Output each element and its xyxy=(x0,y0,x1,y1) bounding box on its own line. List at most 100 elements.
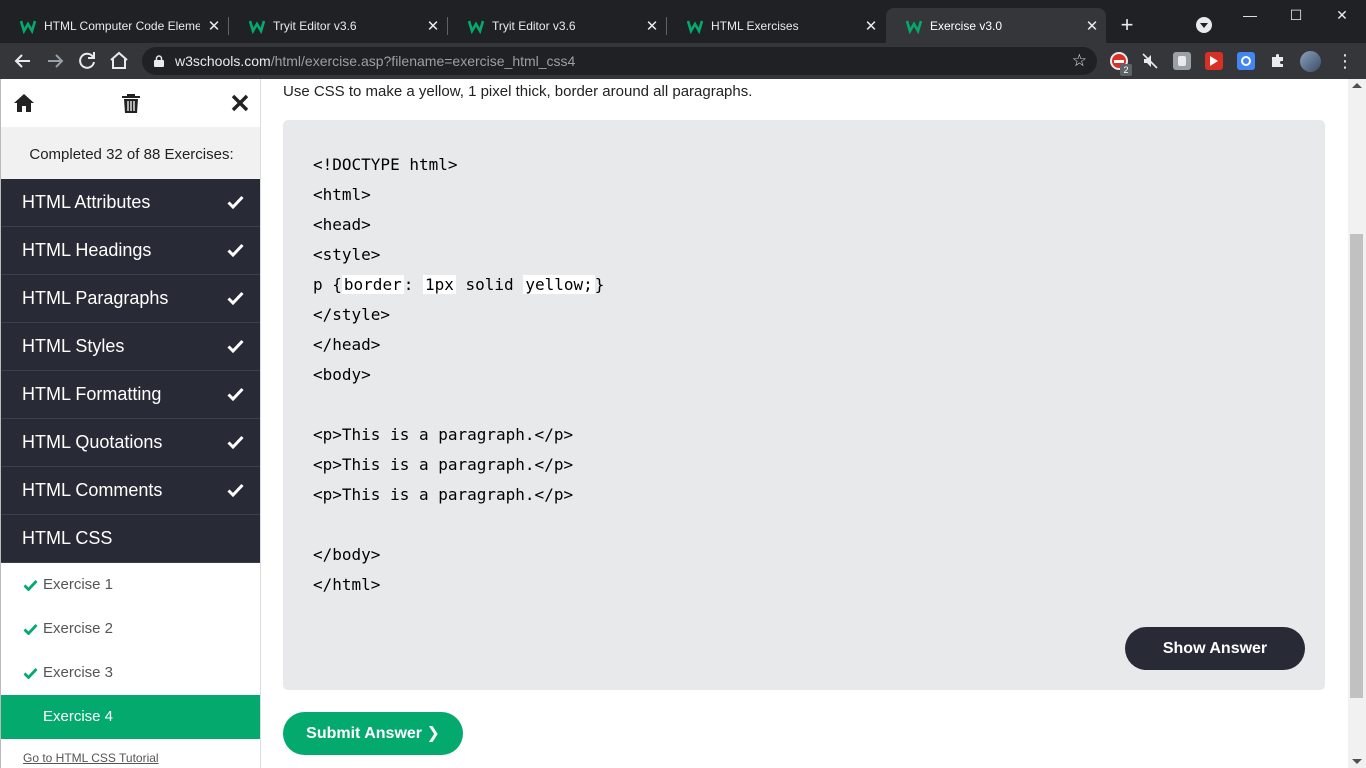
tab-title: HTML Exercises xyxy=(711,18,799,33)
chapter-html-attributes[interactable]: HTML Attributes xyxy=(1,179,260,227)
check-icon xyxy=(227,339,244,353)
chapter-label: HTML CSS xyxy=(22,528,113,548)
exercise-item-4-active[interactable]: Exercise 4 xyxy=(1,695,260,739)
minimize-button[interactable]: — xyxy=(1227,4,1273,26)
lock-icon xyxy=(154,55,164,67)
new-tab-button[interactable]: + xyxy=(1116,14,1138,36)
tab-close-icon[interactable]: ✕ xyxy=(857,17,885,35)
exercise-item-2[interactable]: Exercise 2 xyxy=(1,607,260,651)
tab-close-icon[interactable]: ✕ xyxy=(200,17,228,35)
chapter-label: HTML Formatting xyxy=(22,384,162,404)
tutorial-link[interactable]: Go to HTML CSS Tutorial xyxy=(23,751,159,765)
show-answer-button[interactable]: Show Answer xyxy=(1125,627,1305,670)
browser-menu-icon[interactable]: ⋮ xyxy=(1336,50,1354,72)
browser-tab-5-active[interactable]: Exercise v3.0 ✕ xyxy=(886,8,1106,43)
css-rule-line: p {border: 1px solid yellow;} xyxy=(313,274,604,296)
tab-close-icon[interactable]: ✕ xyxy=(419,17,447,35)
code-line: </head> xyxy=(313,335,381,354)
browser-tab-1[interactable]: HTML Computer Code Eleme ✕ xyxy=(0,8,228,43)
chapter-label: HTML Styles xyxy=(22,336,125,356)
code-text: solid xyxy=(455,275,524,294)
chapter-html-formatting[interactable]: HTML Formatting xyxy=(1,371,260,419)
browser-tab-2[interactable]: Tryit Editor v3.6 ✕ xyxy=(229,8,447,43)
address-bar[interactable]: w3schools.com/html/exercise.asp?filename… xyxy=(142,47,1097,75)
code-line: <style> xyxy=(313,245,381,264)
check-icon xyxy=(227,435,244,449)
home-icon[interactable] xyxy=(12,91,36,115)
tab-title: HTML Computer Code Eleme xyxy=(44,18,200,33)
check-icon xyxy=(227,195,244,209)
chapter-html-styles[interactable]: HTML Styles xyxy=(1,323,260,371)
window-close-button[interactable]: ✕ xyxy=(1319,4,1365,26)
check-icon xyxy=(227,483,244,497)
exercise-main: Use CSS to make a yellow, 1 pixel thick,… xyxy=(261,79,1348,768)
trash-icon[interactable] xyxy=(119,91,143,115)
profile-avatar[interactable] xyxy=(1300,51,1321,72)
check-icon xyxy=(23,580,38,591)
exercise-label: Exercise 2 xyxy=(43,620,114,637)
chapter-list: HTML Attributes HTML Headings HTML Parag… xyxy=(1,179,260,563)
code-line: </body> xyxy=(313,545,381,564)
w3schools-favicon-icon xyxy=(468,20,484,34)
code-text: p { xyxy=(313,275,342,294)
tab-search-icon[interactable] xyxy=(1196,17,1212,33)
check-icon xyxy=(227,387,244,401)
scroll-down-icon[interactable] xyxy=(1352,759,1362,764)
tab-title: Tryit Editor v3.6 xyxy=(492,18,576,33)
exercise-item-3[interactable]: Exercise 3 xyxy=(1,651,260,695)
check-icon xyxy=(23,624,38,635)
exercise-prompt: Use CSS to make a yellow, 1 pixel thick,… xyxy=(283,83,753,100)
url-host: w3schools.com xyxy=(175,53,271,69)
chapter-html-headings[interactable]: HTML Headings xyxy=(1,227,260,275)
url-text: w3schools.com/html/exercise.asp?filename… xyxy=(175,53,575,69)
chapter-label: HTML Paragraphs xyxy=(22,288,169,308)
code-line: <p>This is a paragraph.</p> xyxy=(313,425,574,444)
code-line: <p>This is a paragraph.</p> xyxy=(313,485,574,504)
exercise-label: Exercise 3 xyxy=(43,664,114,681)
w3schools-favicon-icon xyxy=(20,20,36,34)
check-icon xyxy=(227,243,244,257)
exercise-label: Exercise 1 xyxy=(43,576,114,593)
browser-tab-3[interactable]: Tryit Editor v3.6 ✕ xyxy=(448,8,666,43)
code-box: <!DOCTYPE html> <html> <head> <style> p … xyxy=(283,120,1325,690)
tab-close-icon[interactable]: ✕ xyxy=(638,17,666,35)
tab-title: Tryit Editor v3.6 xyxy=(273,18,357,33)
browser-tab-4[interactable]: HTML Exercises ✕ xyxy=(667,8,885,43)
extension-blue-icon[interactable] xyxy=(1237,52,1255,70)
chapter-label: HTML Quotations xyxy=(22,432,163,452)
code-text: : xyxy=(403,275,423,294)
forward-icon[interactable] xyxy=(43,49,67,73)
code-line: <p>This is a paragraph.</p> xyxy=(313,455,574,474)
scrollbar-thumb[interactable] xyxy=(1350,234,1363,698)
extension-gray-icon[interactable] xyxy=(1173,52,1191,70)
extension-mute-icon[interactable] xyxy=(1141,52,1159,70)
close-icon[interactable] xyxy=(228,91,252,115)
chapter-html-quotations[interactable]: HTML Quotations xyxy=(1,419,260,467)
code-line: </html> xyxy=(313,575,381,594)
sidebar-tools xyxy=(1,79,260,127)
chapter-html-css[interactable]: HTML CSS xyxy=(1,515,260,563)
exercise-label: Exercise 4 xyxy=(43,708,114,725)
chapter-html-paragraphs[interactable]: HTML Paragraphs xyxy=(1,275,260,323)
tab-close-icon[interactable]: ✕ xyxy=(1078,17,1106,35)
tab-title: Exercise v3.0 xyxy=(930,18,1003,33)
answer-field-1[interactable]: border xyxy=(341,275,404,294)
extensions-puzzle-icon[interactable] xyxy=(1269,52,1287,70)
submit-answer-button[interactable]: Submit Answer ❯ xyxy=(283,712,463,755)
chapter-label: HTML Attributes xyxy=(22,192,151,212)
answer-field-2[interactable]: 1px xyxy=(422,275,456,294)
exercise-sidebar: Completed 32 of 88 Exercises: HTML Attri… xyxy=(0,79,261,768)
home-icon[interactable] xyxy=(107,49,131,73)
back-icon[interactable] xyxy=(11,49,35,73)
maximize-button[interactable]: ☐ xyxy=(1273,4,1319,26)
exercise-list: Exercise 1 Exercise 2 Exercise 3 Exercis… xyxy=(1,563,260,739)
bookmark-star-icon[interactable]: ☆ xyxy=(1072,51,1087,71)
scroll-up-icon[interactable] xyxy=(1352,83,1362,88)
extension-red-icon[interactable] xyxy=(1205,52,1223,70)
chapter-html-comments[interactable]: HTML Comments xyxy=(1,467,260,515)
reload-icon[interactable] xyxy=(75,49,99,73)
extension-badge: 2 xyxy=(1120,64,1132,76)
exercise-item-1[interactable]: Exercise 1 xyxy=(1,563,260,607)
answer-field-3[interactable]: yellow; xyxy=(523,275,595,294)
code-line: <!DOCTYPE html> xyxy=(313,155,458,174)
